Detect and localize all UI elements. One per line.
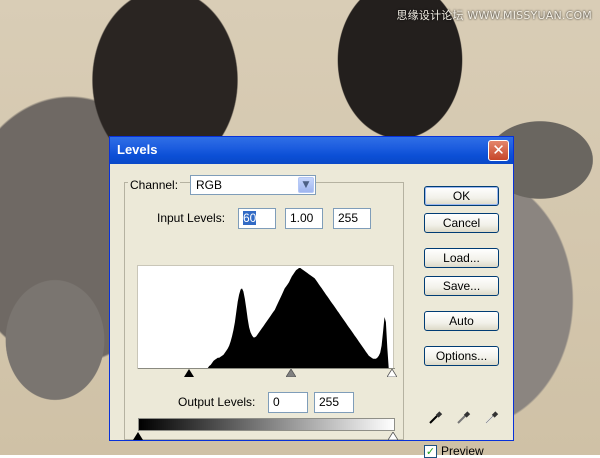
input-white-slider[interactable] xyxy=(387,369,397,377)
histogram xyxy=(137,265,394,369)
output-gradient-bar xyxy=(138,418,395,431)
levels-dialog: Levels ✕ Channel: RGB ▼ Input Levels: 60… xyxy=(109,136,514,458)
input-white-value: 255 xyxy=(338,211,359,225)
output-black-slider[interactable] xyxy=(133,432,143,440)
save-button[interactable]: Save... xyxy=(424,276,499,296)
cancel-button[interactable]: Cancel xyxy=(424,213,499,233)
output-white-value: 255 xyxy=(319,395,340,409)
auto-button[interactable]: Auto xyxy=(424,311,499,331)
chevron-down-icon[interactable]: ▼ xyxy=(298,177,314,193)
load-button[interactable]: Load... xyxy=(424,248,499,268)
input-gamma-slider[interactable] xyxy=(286,369,296,377)
channel-select[interactable]: RGB ▼ xyxy=(190,175,316,195)
close-icon: ✕ xyxy=(492,141,505,159)
output-black-field[interactable]: 0 xyxy=(268,392,308,413)
input-gamma-field[interactable]: 1.00 xyxy=(285,208,323,229)
options-button[interactable]: Options... xyxy=(424,346,499,366)
histogram-shape xyxy=(138,268,393,368)
output-levels-label: Output Levels: xyxy=(178,395,256,409)
output-white-slider[interactable] xyxy=(388,432,398,440)
watermark-text: 思缘设计论坛 WWW.MISSYUAN.COM xyxy=(396,9,592,22)
input-levels-label: Input Levels: xyxy=(157,211,226,225)
preview-checkbox[interactable]: ✓ xyxy=(424,445,437,458)
dialog-body: Channel: RGB ▼ Input Levels: 60 1.00 255 xyxy=(110,164,513,458)
dialog-title: Levels xyxy=(117,142,158,157)
channel-label: Channel: xyxy=(128,178,181,192)
channel-select-value: RGB xyxy=(196,178,223,192)
input-black-value: 60 xyxy=(243,211,257,225)
dialog-titlebar[interactable]: Levels ✕ xyxy=(110,137,513,164)
black-point-eyedropper-icon[interactable] xyxy=(428,410,443,425)
input-black-field[interactable]: 60 xyxy=(238,208,276,229)
histogram-graph xyxy=(138,268,393,368)
close-button[interactable]: ✕ xyxy=(488,140,509,161)
preview-label: Preview xyxy=(441,444,484,458)
output-white-field[interactable]: 255 xyxy=(314,392,354,413)
white-point-eyedropper-icon[interactable] xyxy=(484,410,499,425)
input-black-slider[interactable] xyxy=(184,369,194,377)
input-gamma-value: 1.00 xyxy=(290,211,314,225)
input-slider-track xyxy=(138,368,395,369)
output-black-value: 0 xyxy=(273,395,280,409)
ok-button[interactable]: OK xyxy=(424,186,499,206)
gray-point-eyedropper-icon[interactable] xyxy=(456,410,471,425)
input-white-field[interactable]: 255 xyxy=(333,208,371,229)
